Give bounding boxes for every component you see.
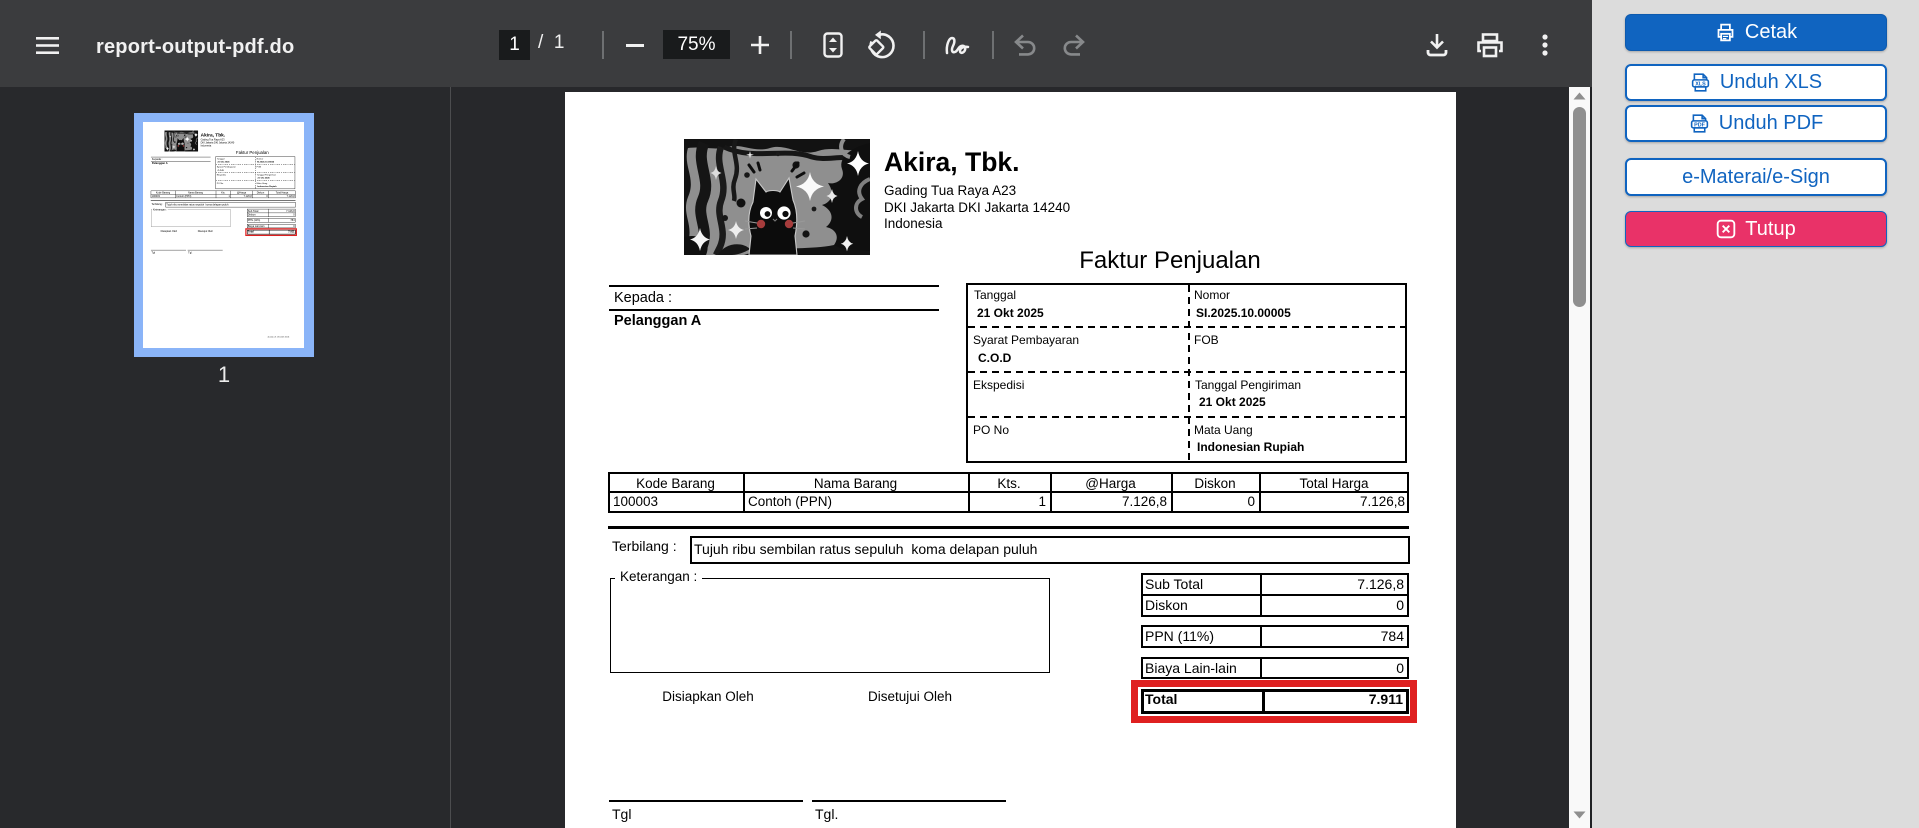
svg-text:XLS: XLS	[1695, 81, 1706, 87]
svg-text:PDF: PDF	[1694, 122, 1706, 128]
